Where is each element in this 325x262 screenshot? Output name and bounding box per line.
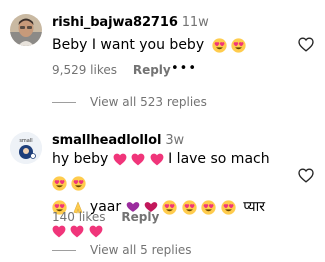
comment-username[interactable]: smallheadlollol 3w [52, 133, 184, 148]
like-heart-icon[interactable] [298, 168, 314, 183]
view-replies-text[interactable]: View all 523 replies [90, 95, 207, 109]
comment-body: Beby I want you beby [52, 37, 205, 53]
pink-heart-emoji-icon [52, 225, 66, 237]
svg-text:small: small [19, 138, 32, 144]
comment-body-part: I lave so mach [168, 151, 270, 167]
view-replies-link[interactable]: View all 5 replies [52, 243, 192, 257]
pink-heart-emoji-icon [113, 153, 127, 165]
pink-heart-emoji-icon [71, 225, 84, 237]
view-replies-text[interactable]: View all 5 replies [90, 243, 192, 257]
avatar[interactable] [10, 14, 42, 46]
heart-eyes-emoji-icon [52, 175, 67, 191]
heart-eyes-emoji-icon [71, 175, 87, 191]
likes-count[interactable]: 140 likes [52, 210, 106, 224]
pink-heart-emoji-icon [150, 153, 164, 165]
comment-meta: 9,529 likes Reply [52, 63, 183, 77]
avatar[interactable]: small [10, 132, 42, 164]
likes-count[interactable]: 9,529 likes [52, 63, 117, 77]
heart-eyes-emoji-icon [182, 199, 197, 215]
username-text[interactable]: rishi_bajwa82716 [52, 15, 178, 30]
comment-body-part: hy beby [52, 151, 109, 167]
comment-text: hy beby I lave so mach yaar प्यार [52, 147, 288, 243]
username-text[interactable]: smallheadlollol [52, 133, 161, 148]
heart-eyes-emoji-icon [201, 199, 216, 215]
pink-heart-emoji-icon [89, 225, 103, 237]
reply-button[interactable]: Reply [133, 63, 171, 77]
comment-age: 3w [165, 133, 185, 148]
pink-heart-emoji-icon [131, 153, 145, 165]
heart-eyes-emoji-icon [211, 37, 227, 53]
more-options-icon[interactable]: ••• [171, 61, 197, 76]
comment-username[interactable]: rishi_bajwa82716 11w [52, 15, 209, 30]
heart-eyes-emoji-icon [231, 37, 246, 53]
divider-line [52, 101, 76, 103]
like-heart-icon[interactable] [298, 37, 314, 52]
comment-age: 11w [181, 15, 209, 30]
reply-button[interactable]: Reply [121, 210, 159, 224]
comment-item: rishi_bajwa82716 11w Beby I want you beby… [0, 0, 325, 132]
comment-text: Beby I want you beby [52, 33, 246, 57]
comment-meta: 140 likes Reply [52, 210, 171, 224]
heart-eyes-emoji-icon [221, 199, 236, 215]
view-replies-link[interactable]: View all 523 replies [52, 95, 207, 109]
divider-line [52, 249, 76, 251]
comment-body-part: प्यार [243, 199, 265, 215]
